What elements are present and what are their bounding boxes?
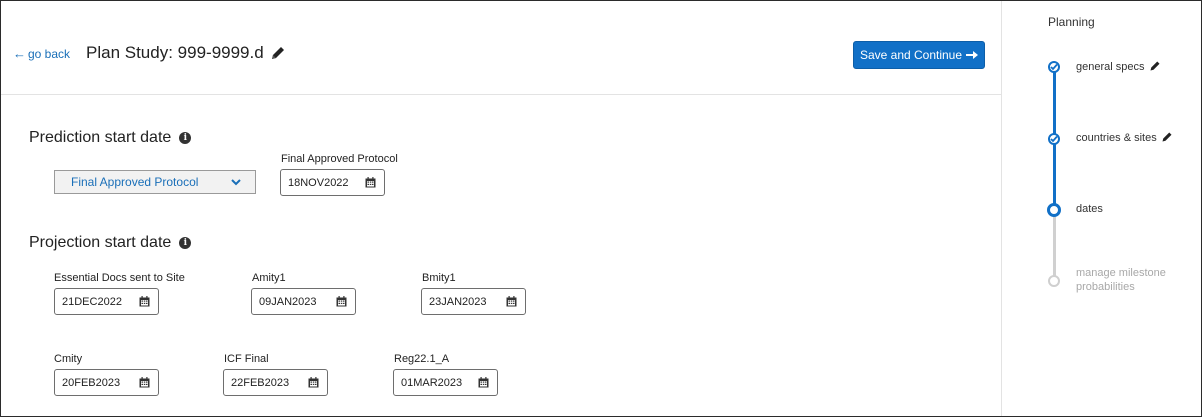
date-input-icf-final[interactable]: 22FEB2023	[223, 369, 328, 396]
save-and-continue-button[interactable]: Save and Continue	[853, 41, 985, 69]
step-label-text: general specs	[1076, 61, 1145, 73]
step-current-icon	[1047, 203, 1061, 217]
date-value: 09JAN2023	[259, 295, 317, 308]
page-title: Plan Study: 999-9999.d	[86, 43, 286, 63]
pencil-icon[interactable]	[270, 45, 286, 61]
field-label-bmity1: Bmity1	[422, 272, 456, 284]
main-panel: ← go back Plan Study: 999-9999.d Save an…	[1, 1, 1001, 416]
calendar-icon[interactable]	[506, 296, 517, 307]
app-frame: ← go back Plan Study: 999-9999.d Save an…	[0, 0, 1202, 417]
field-label-amity1: Amity1	[252, 272, 286, 284]
date-input-cmity[interactable]: 20FEB2023	[54, 369, 159, 396]
step-pending-icon	[1048, 275, 1060, 287]
step-label-text: dates	[1076, 203, 1103, 215]
planning-sidebar: Planning general specs countries & sites…	[1001, 1, 1201, 416]
step-complete-icon	[1048, 133, 1060, 145]
check-icon	[1050, 135, 1058, 143]
date-value: 20FEB2023	[62, 376, 121, 389]
save-button-label: Save and Continue	[859, 48, 963, 62]
chevron-down-icon	[231, 179, 241, 186]
step-dates[interactable]: dates	[1076, 202, 1103, 216]
calendar-icon[interactable]	[336, 296, 347, 307]
step-general-specs[interactable]: general specs	[1076, 60, 1161, 74]
field-label-reg22-1-a: Reg22.1_A	[394, 353, 450, 365]
arrow-left-icon: ←	[13, 46, 26, 61]
step-label-text: countries & sites	[1076, 132, 1157, 144]
prediction-field-label: Final Approved Protocol	[281, 153, 398, 165]
select-value: Final Approved Protocol	[71, 175, 199, 189]
calendar-icon[interactable]	[478, 377, 489, 388]
projection-title-text: Projection start date	[29, 234, 172, 251]
calendar-icon[interactable]	[139, 296, 150, 307]
step-manage-milestone-probabilities[interactable]: manage milestone probabilities	[1076, 266, 1166, 294]
prediction-date-input[interactable]: 18NOV2022	[280, 169, 385, 196]
pencil-icon[interactable]	[1161, 131, 1173, 143]
date-value: 22FEB2023	[231, 376, 290, 389]
planning-title: Planning	[1048, 15, 1095, 29]
go-back-label: go back	[28, 46, 71, 61]
calendar-icon[interactable]	[308, 377, 319, 388]
go-back-link[interactable]: ← go back	[13, 46, 70, 61]
info-icon[interactable]: i	[179, 237, 192, 249]
date-input-amity1[interactable]: 09JAN2023	[251, 288, 356, 315]
prediction-milestone-select[interactable]: Final Approved Protocol	[54, 170, 256, 194]
date-input-bmity1[interactable]: 23JAN2023	[421, 288, 526, 315]
progress-track-pending	[1053, 210, 1056, 281]
pencil-icon[interactable]	[1149, 60, 1161, 72]
page-header: ← go back Plan Study: 999-9999.d Save an…	[1, 1, 1001, 95]
date-input-reg22-1-a[interactable]: 01MAR2023	[393, 369, 498, 396]
date-value: 21DEC2022	[62, 295, 122, 308]
prediction-title-text: Prediction start date	[29, 129, 172, 146]
field-label-icf-final: ICF Final	[224, 353, 269, 365]
date-value: 18NOV2022	[288, 176, 349, 189]
field-label-cmity: Cmity	[54, 353, 83, 365]
date-input-essential-docs[interactable]: 21DEC2022	[54, 288, 159, 315]
date-value: 23JAN2023	[429, 295, 487, 308]
calendar-icon[interactable]	[139, 377, 150, 388]
step-label-line1: manage milestone	[1076, 267, 1166, 279]
arrow-right-icon	[966, 51, 979, 59]
step-countries-sites[interactable]: countries & sites	[1076, 131, 1173, 145]
step-label-line2: probabilities	[1076, 281, 1135, 293]
prediction-section-title: Prediction start date i	[29, 129, 192, 147]
calendar-icon[interactable]	[365, 177, 376, 188]
check-icon	[1050, 63, 1058, 71]
step-complete-icon	[1048, 61, 1060, 73]
projection-section-title: Projection start date i	[29, 234, 192, 252]
date-value: 01MAR2023	[401, 376, 463, 389]
info-icon[interactable]: i	[179, 132, 192, 144]
field-label-essential-docs: Essential Docs sent to Site	[54, 272, 185, 284]
page-title-text: Plan Study: 999-9999.d	[86, 43, 264, 62]
